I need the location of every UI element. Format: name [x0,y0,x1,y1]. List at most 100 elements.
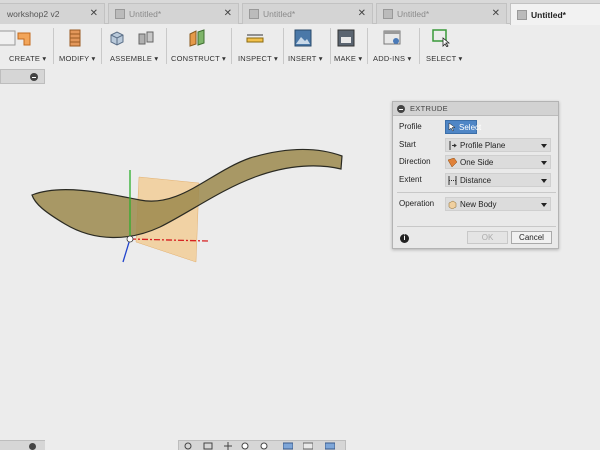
chevron-down-icon [541,144,547,148]
tab-label: Untitled* [263,9,296,19]
extent-row: Extent Distance [393,173,560,188]
extent-dropdown[interactable]: Distance [445,173,551,187]
scripts-icon [383,30,401,45]
extrude-dialog: EXTRUDE Profile Select Start Profile Pla… [392,101,559,249]
collapse-dialog-icon[interactable] [397,105,405,113]
new-body-icon [448,200,457,209]
collapse-panel-icon[interactable] [29,443,36,450]
select-label: SELECT ▾ [426,54,463,63]
dialog-divider [397,192,556,193]
operation-dropdown[interactable]: New Body [445,197,551,211]
tab-untitled-active[interactable]: Untitled* [510,3,600,25]
modify-label: MODIFY ▾ [59,54,96,63]
direction-dropdown[interactable]: One Side [445,155,551,169]
inspect-menu[interactable]: INSPECT ▾ [234,25,280,67]
orbit-icon[interactable] [183,442,193,450]
pan-icon[interactable] [223,442,233,450]
collapse-browser-icon[interactable] [30,73,38,81]
insert-menu[interactable]: INSERT ▾ [285,25,327,67]
cancel-button[interactable]: Cancel [511,231,552,244]
close-tab-icon[interactable]: ✕ [224,8,232,19]
make-label: MAKE ▾ [334,54,363,63]
chevron-down-icon [541,161,547,165]
joint-icon [138,31,154,45]
close-tab-icon[interactable]: ✕ [358,8,366,19]
offset-plane-icon [189,29,205,47]
profile-row: Profile Select [393,120,560,135]
profile-select-value: Select [459,123,482,132]
select-menu[interactable]: SELECT ▾ [422,25,464,67]
assemble-menu[interactable]: ASSEMBLE ▾ [104,25,162,67]
document-icon [249,9,259,19]
tab-untitled-1[interactable]: Untitled* ✕ [108,3,239,24]
make-menu[interactable]: MAKE ▾ [332,25,364,67]
tab-untitled-3[interactable]: Untitled* ✕ [376,3,507,24]
insert-image-icon [294,29,312,47]
toolbar-separator [231,28,232,64]
z-axis-line [122,238,131,263]
modify-menu[interactable]: MODIFY ▾ [55,25,97,67]
fit-icon[interactable] [259,442,269,450]
viewports-icon[interactable] [325,442,335,450]
tab-label: Untitled* [531,9,566,20]
look-at-icon[interactable] [203,442,213,450]
browser-panel-header[interactable] [0,69,45,84]
direction-row: Direction One Side [393,155,560,170]
chevron-down-icon [541,203,547,207]
extrude-dialog-title: EXTRUDE [410,104,448,113]
document-icon [115,9,125,19]
construct-label: CONSTRUCT ▾ [171,54,226,63]
toolbar-separator [53,28,54,64]
one-side-icon [448,158,457,167]
assemble-label: ASSEMBLE ▾ [110,54,159,63]
start-row: Start Profile Plane [393,138,560,153]
chevron-down-icon [541,179,547,183]
new-component-icon [110,31,124,46]
measure-icon [246,34,264,43]
origin-point-icon[interactable] [126,235,134,243]
display-settings-icon[interactable] [283,442,293,450]
extent-value: Distance [460,176,492,185]
insert-label: INSERT ▾ [288,54,323,63]
operation-label: Operation [399,199,435,208]
toolbar-separator [367,28,368,64]
toolbar-separator [419,28,420,64]
create-menu[interactable]: CREATE ▾ [0,25,50,67]
grid-settings-icon[interactable] [303,442,313,450]
start-dropdown[interactable]: Profile Plane [445,138,551,152]
start-label: Start [399,140,416,149]
close-tab-icon[interactable]: ✕ [90,8,98,19]
create-sketch-icon [0,30,16,46]
create-label: CREATE ▾ [9,54,47,63]
document-icon [383,9,393,19]
profile-label: Profile [399,122,422,131]
3d-print-icon [337,29,355,47]
document-tab-bar: workshop2 v2 ✕ Untitled* ✕ Untitled* ✕ U… [0,0,600,25]
toolbar-separator [101,28,102,64]
profile-select-button[interactable]: Select [445,120,481,134]
tab-label: Untitled* [129,9,162,19]
main-toolbar: CREATE ▾ MODIFY ▾ ASSEMBLE ▾ CONSTRUCT ▾… [0,25,464,67]
zoom-icon[interactable] [241,442,251,450]
close-tab-icon[interactable]: ✕ [492,8,500,19]
select-icon [432,29,450,47]
extent-label: Extent [399,175,422,184]
tab-untitled-2[interactable]: Untitled* ✕ [242,3,373,24]
extrude-dialog-header[interactable]: EXTRUDE [393,102,558,116]
construct-menu[interactable]: CONSTRUCT ▾ [168,25,228,67]
dialog-divider [397,226,556,227]
tab-label: workshop2 v2 [7,9,60,19]
addins-menu[interactable]: ADD-INS ▾ [370,25,416,67]
ok-button[interactable]: OK [467,231,508,244]
bottom-panel-header[interactable] [0,440,45,450]
profile-plane-icon [449,141,457,150]
info-icon[interactable]: i [400,234,409,243]
distance-icon [448,176,457,185]
document-icon [517,9,527,20]
direction-value: One Side [460,158,494,167]
navigation-bar [178,440,346,450]
tab-label: Untitled* [397,9,430,19]
tab-workshop2[interactable]: workshop2 v2 ✕ [0,3,105,24]
addins-label: ADD-INS ▾ [373,54,412,63]
toolbar-separator [330,28,331,64]
